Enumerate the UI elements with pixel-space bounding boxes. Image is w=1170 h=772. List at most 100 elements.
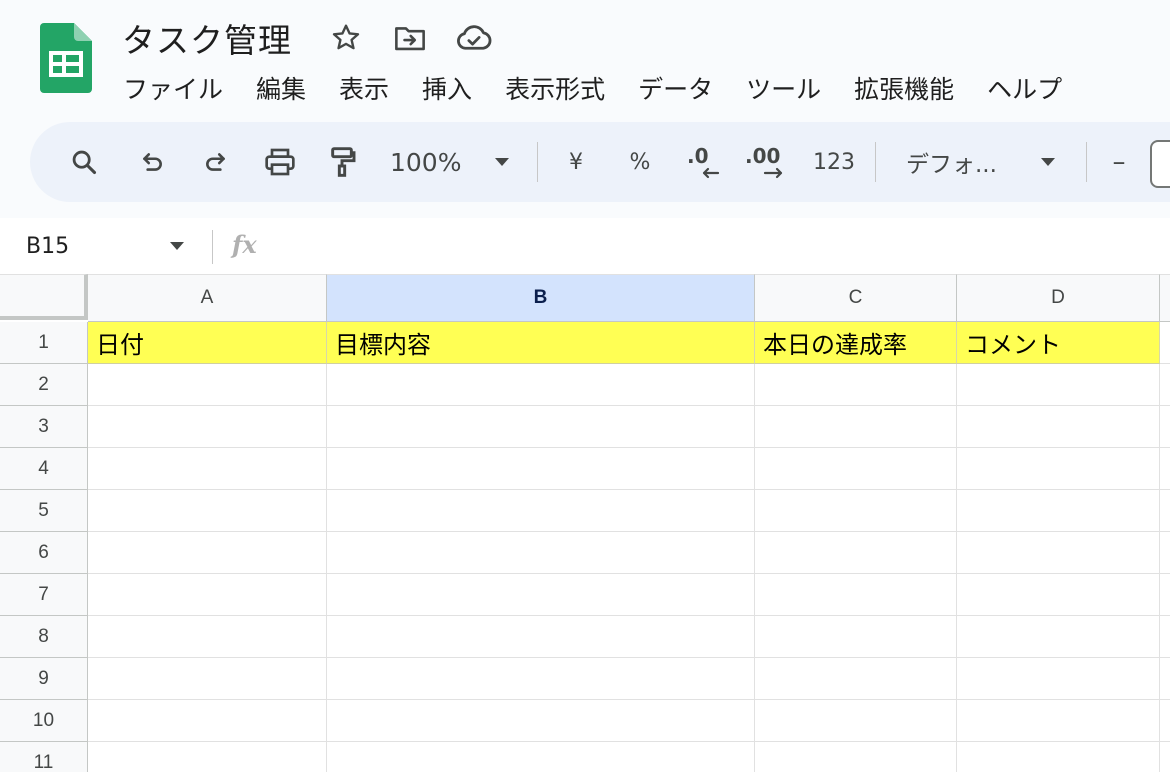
cell-c1[interactable]: 本日の達成率 (755, 322, 957, 364)
currency-format-button[interactable]: ¥ (558, 122, 594, 202)
cell[interactable] (1160, 490, 1170, 532)
column-header-b[interactable]: B (327, 274, 755, 322)
cell[interactable] (88, 490, 327, 532)
cell[interactable] (1160, 448, 1170, 490)
cell[interactable] (327, 406, 755, 448)
cell[interactable] (755, 616, 957, 658)
cell[interactable] (957, 448, 1160, 490)
paint-format-icon[interactable] (324, 122, 360, 202)
menu-tools[interactable]: ツール (735, 68, 832, 108)
cell[interactable] (327, 490, 755, 532)
cell[interactable] (957, 490, 1160, 532)
cell[interactable] (88, 364, 327, 406)
menu-help[interactable]: ヘルプ (976, 68, 1073, 108)
zoom-caret-icon[interactable] (492, 122, 512, 202)
cell[interactable] (1160, 532, 1170, 574)
menu-format[interactable]: 表示形式 (494, 68, 616, 108)
more-formats-button[interactable]: 123 (810, 122, 858, 202)
cell[interactable] (957, 616, 1160, 658)
cell[interactable] (755, 700, 957, 742)
cell[interactable] (1160, 658, 1170, 700)
name-box-caret-icon[interactable] (170, 242, 184, 250)
formula-input[interactable] (280, 228, 1160, 264)
cell[interactable] (755, 364, 957, 406)
cell[interactable] (327, 700, 755, 742)
column-header-d[interactable]: D (957, 274, 1160, 322)
cell[interactable] (327, 658, 755, 700)
cell[interactable] (755, 532, 957, 574)
select-all-corner[interactable] (0, 274, 88, 320)
decrease-font-size-button[interactable]: – (1104, 122, 1134, 202)
cell[interactable] (88, 406, 327, 448)
cell[interactable] (755, 406, 957, 448)
row-header[interactable]: 9 (0, 658, 88, 700)
cell[interactable] (88, 574, 327, 616)
menu-edit[interactable]: 編集 (245, 68, 317, 108)
row-header[interactable]: 4 (0, 448, 88, 490)
cell[interactable] (755, 742, 957, 772)
search-icon[interactable] (64, 122, 104, 202)
cell-d1[interactable]: コメント (957, 322, 1160, 364)
cell[interactable] (88, 448, 327, 490)
cell[interactable] (1160, 742, 1170, 772)
cell[interactable] (1160, 700, 1170, 742)
star-icon[interactable] (326, 18, 366, 58)
cell-b1[interactable]: 目標内容 (327, 322, 755, 364)
font-select[interactable]: デフォ... (906, 122, 1022, 202)
row-header[interactable]: 5 (0, 490, 88, 532)
menu-insert[interactable]: 挿入 (411, 68, 483, 108)
cell[interactable] (957, 364, 1160, 406)
percent-format-button[interactable]: % (622, 122, 658, 202)
cloud-saved-icon[interactable] (454, 18, 494, 58)
cell[interactable] (957, 742, 1160, 772)
cell[interactable] (327, 364, 755, 406)
cell[interactable] (327, 742, 755, 772)
cell[interactable] (957, 574, 1160, 616)
print-icon[interactable] (260, 122, 300, 202)
row-header[interactable]: 2 (0, 364, 88, 406)
row-header[interactable]: 7 (0, 574, 88, 616)
row-header[interactable]: 10 (0, 700, 88, 742)
cell[interactable] (755, 574, 957, 616)
cell[interactable] (755, 658, 957, 700)
document-title[interactable]: タスク管理 (122, 14, 292, 62)
cell[interactable] (88, 532, 327, 574)
zoom-select[interactable]: 100% (390, 122, 474, 202)
row-header[interactable]: 1 (0, 322, 88, 364)
sheets-logo-icon[interactable] (40, 23, 92, 93)
cell[interactable] (327, 532, 755, 574)
cell[interactable] (1160, 616, 1170, 658)
menu-file[interactable]: ファイル (112, 68, 234, 108)
row-header[interactable]: 11 (0, 742, 88, 772)
font-caret-icon[interactable] (1038, 122, 1058, 202)
cell[interactable] (327, 574, 755, 616)
row-header[interactable]: 8 (0, 616, 88, 658)
cell[interactable] (755, 448, 957, 490)
decrease-decimal-button[interactable]: .0 (682, 122, 726, 202)
cell[interactable] (1160, 322, 1170, 364)
menu-view[interactable]: 表示 (328, 68, 400, 108)
cell-a1[interactable]: 日付 (88, 322, 327, 364)
cell[interactable] (1160, 406, 1170, 448)
menu-extensions[interactable]: 拡張機能 (843, 68, 965, 108)
cell[interactable] (957, 658, 1160, 700)
cell[interactable] (957, 406, 1160, 448)
cell[interactable] (1160, 364, 1170, 406)
cell[interactable] (327, 448, 755, 490)
font-size-input[interactable] (1150, 140, 1170, 188)
row-header[interactable]: 6 (0, 532, 88, 574)
move-to-folder-icon[interactable] (390, 18, 430, 58)
cell[interactable] (755, 490, 957, 532)
cell[interactable] (957, 532, 1160, 574)
cell[interactable] (1160, 574, 1170, 616)
cell[interactable] (88, 742, 327, 772)
column-header-e[interactable] (1160, 274, 1170, 322)
cell[interactable] (88, 616, 327, 658)
cell[interactable] (957, 700, 1160, 742)
menu-data[interactable]: データ (627, 68, 724, 108)
cell[interactable] (88, 658, 327, 700)
column-header-c[interactable]: C (755, 274, 957, 322)
row-header[interactable]: 3 (0, 406, 88, 448)
cell[interactable] (88, 700, 327, 742)
increase-decimal-button[interactable]: .00 (742, 122, 792, 202)
